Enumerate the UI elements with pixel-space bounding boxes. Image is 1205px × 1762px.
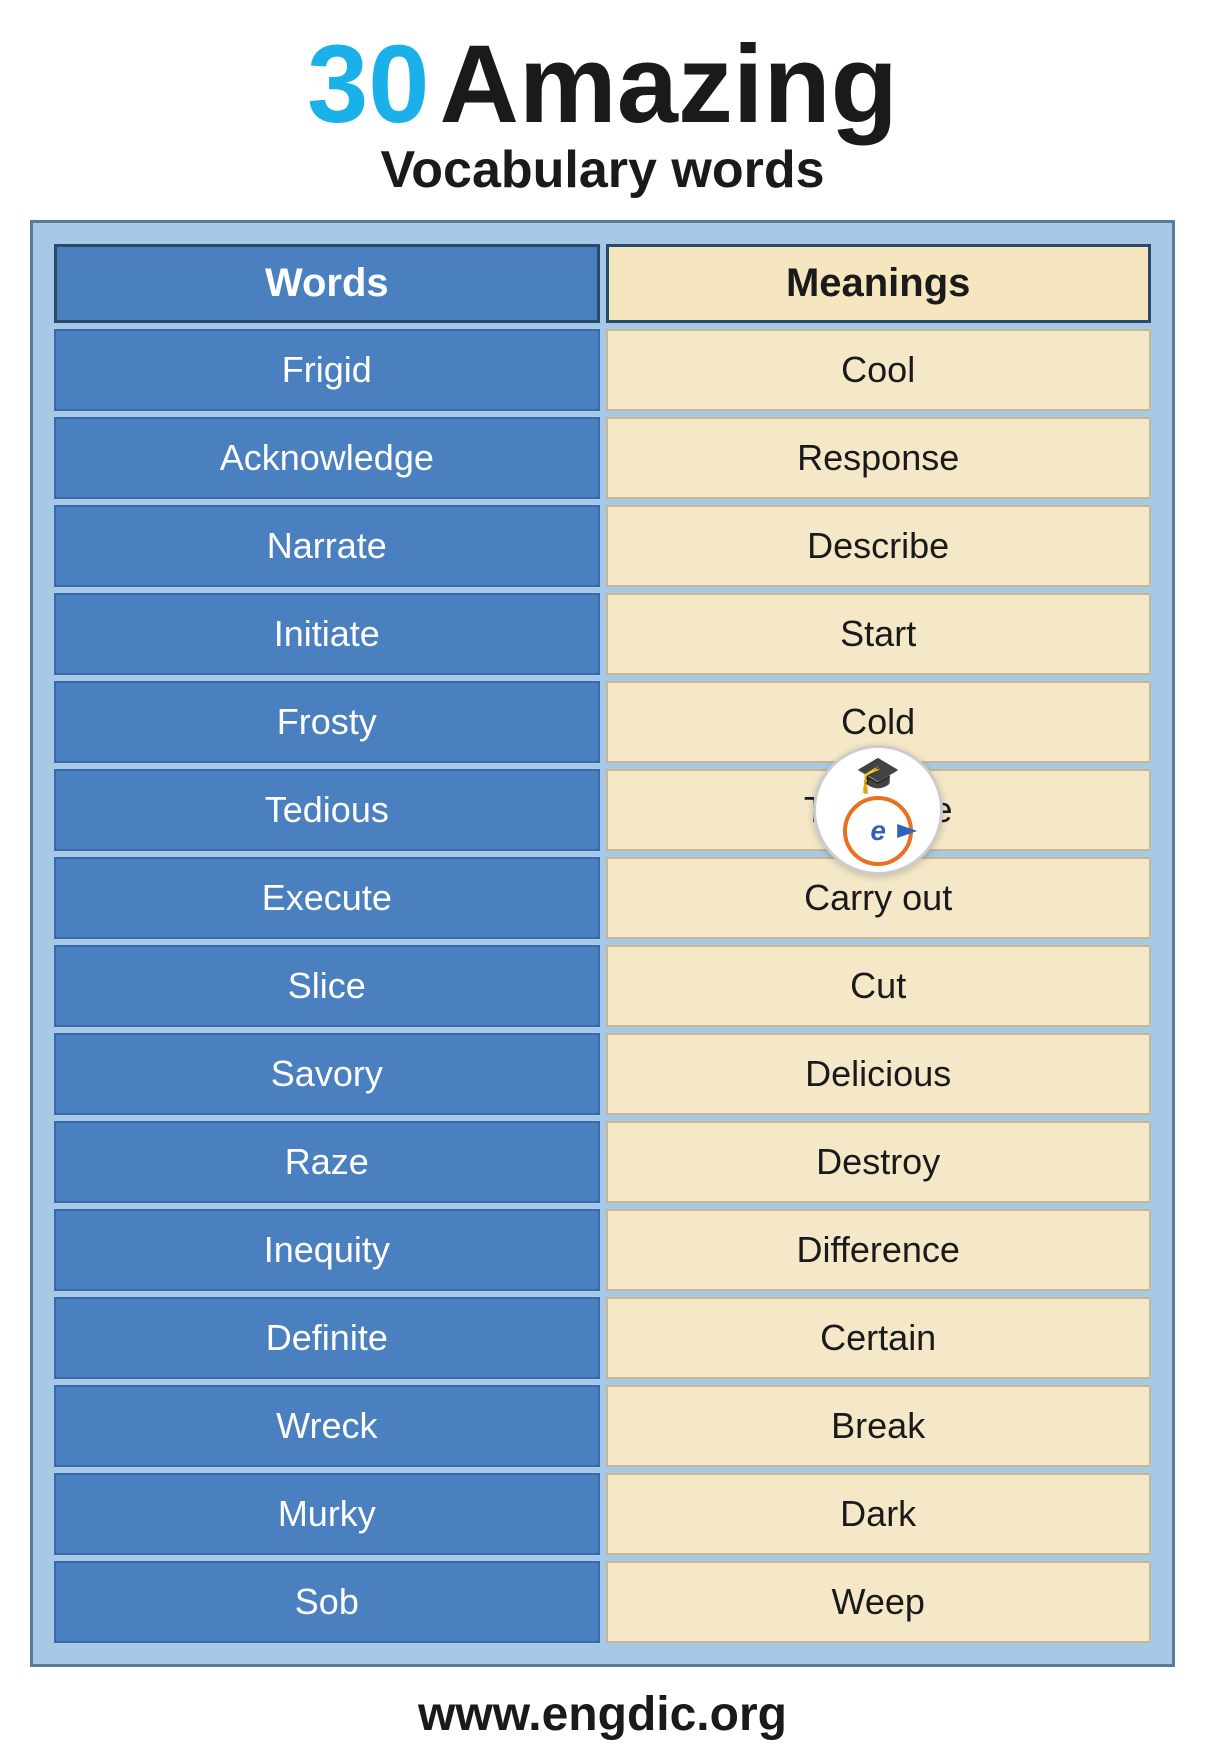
table-row: SavoryDelicious bbox=[54, 1033, 1151, 1115]
table-row: WreckBreak bbox=[54, 1385, 1151, 1467]
footer-url: www.engdic.org bbox=[20, 1687, 1185, 1742]
meaning-cell: Describe bbox=[606, 505, 1151, 587]
word-cell: Sob bbox=[54, 1561, 599, 1643]
col-header-meanings: Meanings bbox=[606, 244, 1151, 323]
table-row: FrigidCool bbox=[54, 329, 1151, 411]
table-header-row: Words Meanings bbox=[54, 244, 1151, 323]
table-row: TediousTiresome🎓e bbox=[54, 769, 1151, 851]
word-cell: Raze bbox=[54, 1121, 599, 1203]
word-cell: Savory bbox=[54, 1033, 599, 1115]
word-cell: Frigid bbox=[54, 329, 599, 411]
title-subtitle: Vocabulary words bbox=[380, 140, 824, 200]
meaning-cell: Delicious bbox=[606, 1033, 1151, 1115]
word-cell: Murky bbox=[54, 1473, 599, 1555]
meaning-cell: Dark bbox=[606, 1473, 1151, 1555]
table-row: SliceCut bbox=[54, 945, 1151, 1027]
meaning-cell: Tiresome🎓e bbox=[606, 769, 1151, 851]
table-row: SobWeep bbox=[54, 1561, 1151, 1643]
meaning-cell: Response bbox=[606, 417, 1151, 499]
meaning-cell: Difference bbox=[606, 1209, 1151, 1291]
meaning-cell: Cool bbox=[606, 329, 1151, 411]
meaning-cell: Break bbox=[606, 1385, 1151, 1467]
word-cell: Execute bbox=[54, 857, 599, 939]
word-cell: Inequity bbox=[54, 1209, 599, 1291]
meaning-cell: Start bbox=[606, 593, 1151, 675]
word-cell: Frosty bbox=[54, 681, 599, 763]
word-cell: Wreck bbox=[54, 1385, 599, 1467]
meaning-cell: Certain bbox=[606, 1297, 1151, 1379]
table-row: AcknowledgeResponse bbox=[54, 417, 1151, 499]
table-row: MurkyDark bbox=[54, 1473, 1151, 1555]
vocab-table: Words Meanings FrigidCoolAcknowledgeResp… bbox=[48, 238, 1157, 1649]
table-row: ExecuteCarry out bbox=[54, 857, 1151, 939]
logo-circle-icon: e bbox=[843, 796, 913, 866]
word-cell: Slice bbox=[54, 945, 599, 1027]
table-row: InequityDifference bbox=[54, 1209, 1151, 1291]
col-header-words: Words bbox=[54, 244, 599, 323]
word-cell: Acknowledge bbox=[54, 417, 599, 499]
table-row: FrostyCold bbox=[54, 681, 1151, 763]
meaning-cell: Cut bbox=[606, 945, 1151, 1027]
logo-graduation-cap-icon: 🎓 bbox=[856, 754, 901, 796]
title-row: 30 Amazing bbox=[307, 30, 898, 140]
engdic-logo: 🎓e bbox=[813, 745, 943, 875]
meaning-cell: Weep bbox=[606, 1561, 1151, 1643]
page-header: 30 Amazing Vocabulary words bbox=[0, 0, 1205, 220]
title-number: 30 bbox=[307, 30, 429, 140]
meaning-cell: Destroy bbox=[606, 1121, 1151, 1203]
table-row: InitiateStart bbox=[54, 593, 1151, 675]
vocab-table-container: Words Meanings FrigidCoolAcknowledgeResp… bbox=[30, 220, 1175, 1667]
word-cell: Definite bbox=[54, 1297, 599, 1379]
table-row: DefiniteCertain bbox=[54, 1297, 1151, 1379]
page-footer: www.engdic.org bbox=[0, 1667, 1205, 1762]
table-row: NarrateDescribe bbox=[54, 505, 1151, 587]
table-row: RazeDestroy bbox=[54, 1121, 1151, 1203]
title-amazing: Amazing bbox=[439, 30, 897, 140]
word-cell: Tedious bbox=[54, 769, 599, 851]
word-cell: Narrate bbox=[54, 505, 599, 587]
word-cell: Initiate bbox=[54, 593, 599, 675]
